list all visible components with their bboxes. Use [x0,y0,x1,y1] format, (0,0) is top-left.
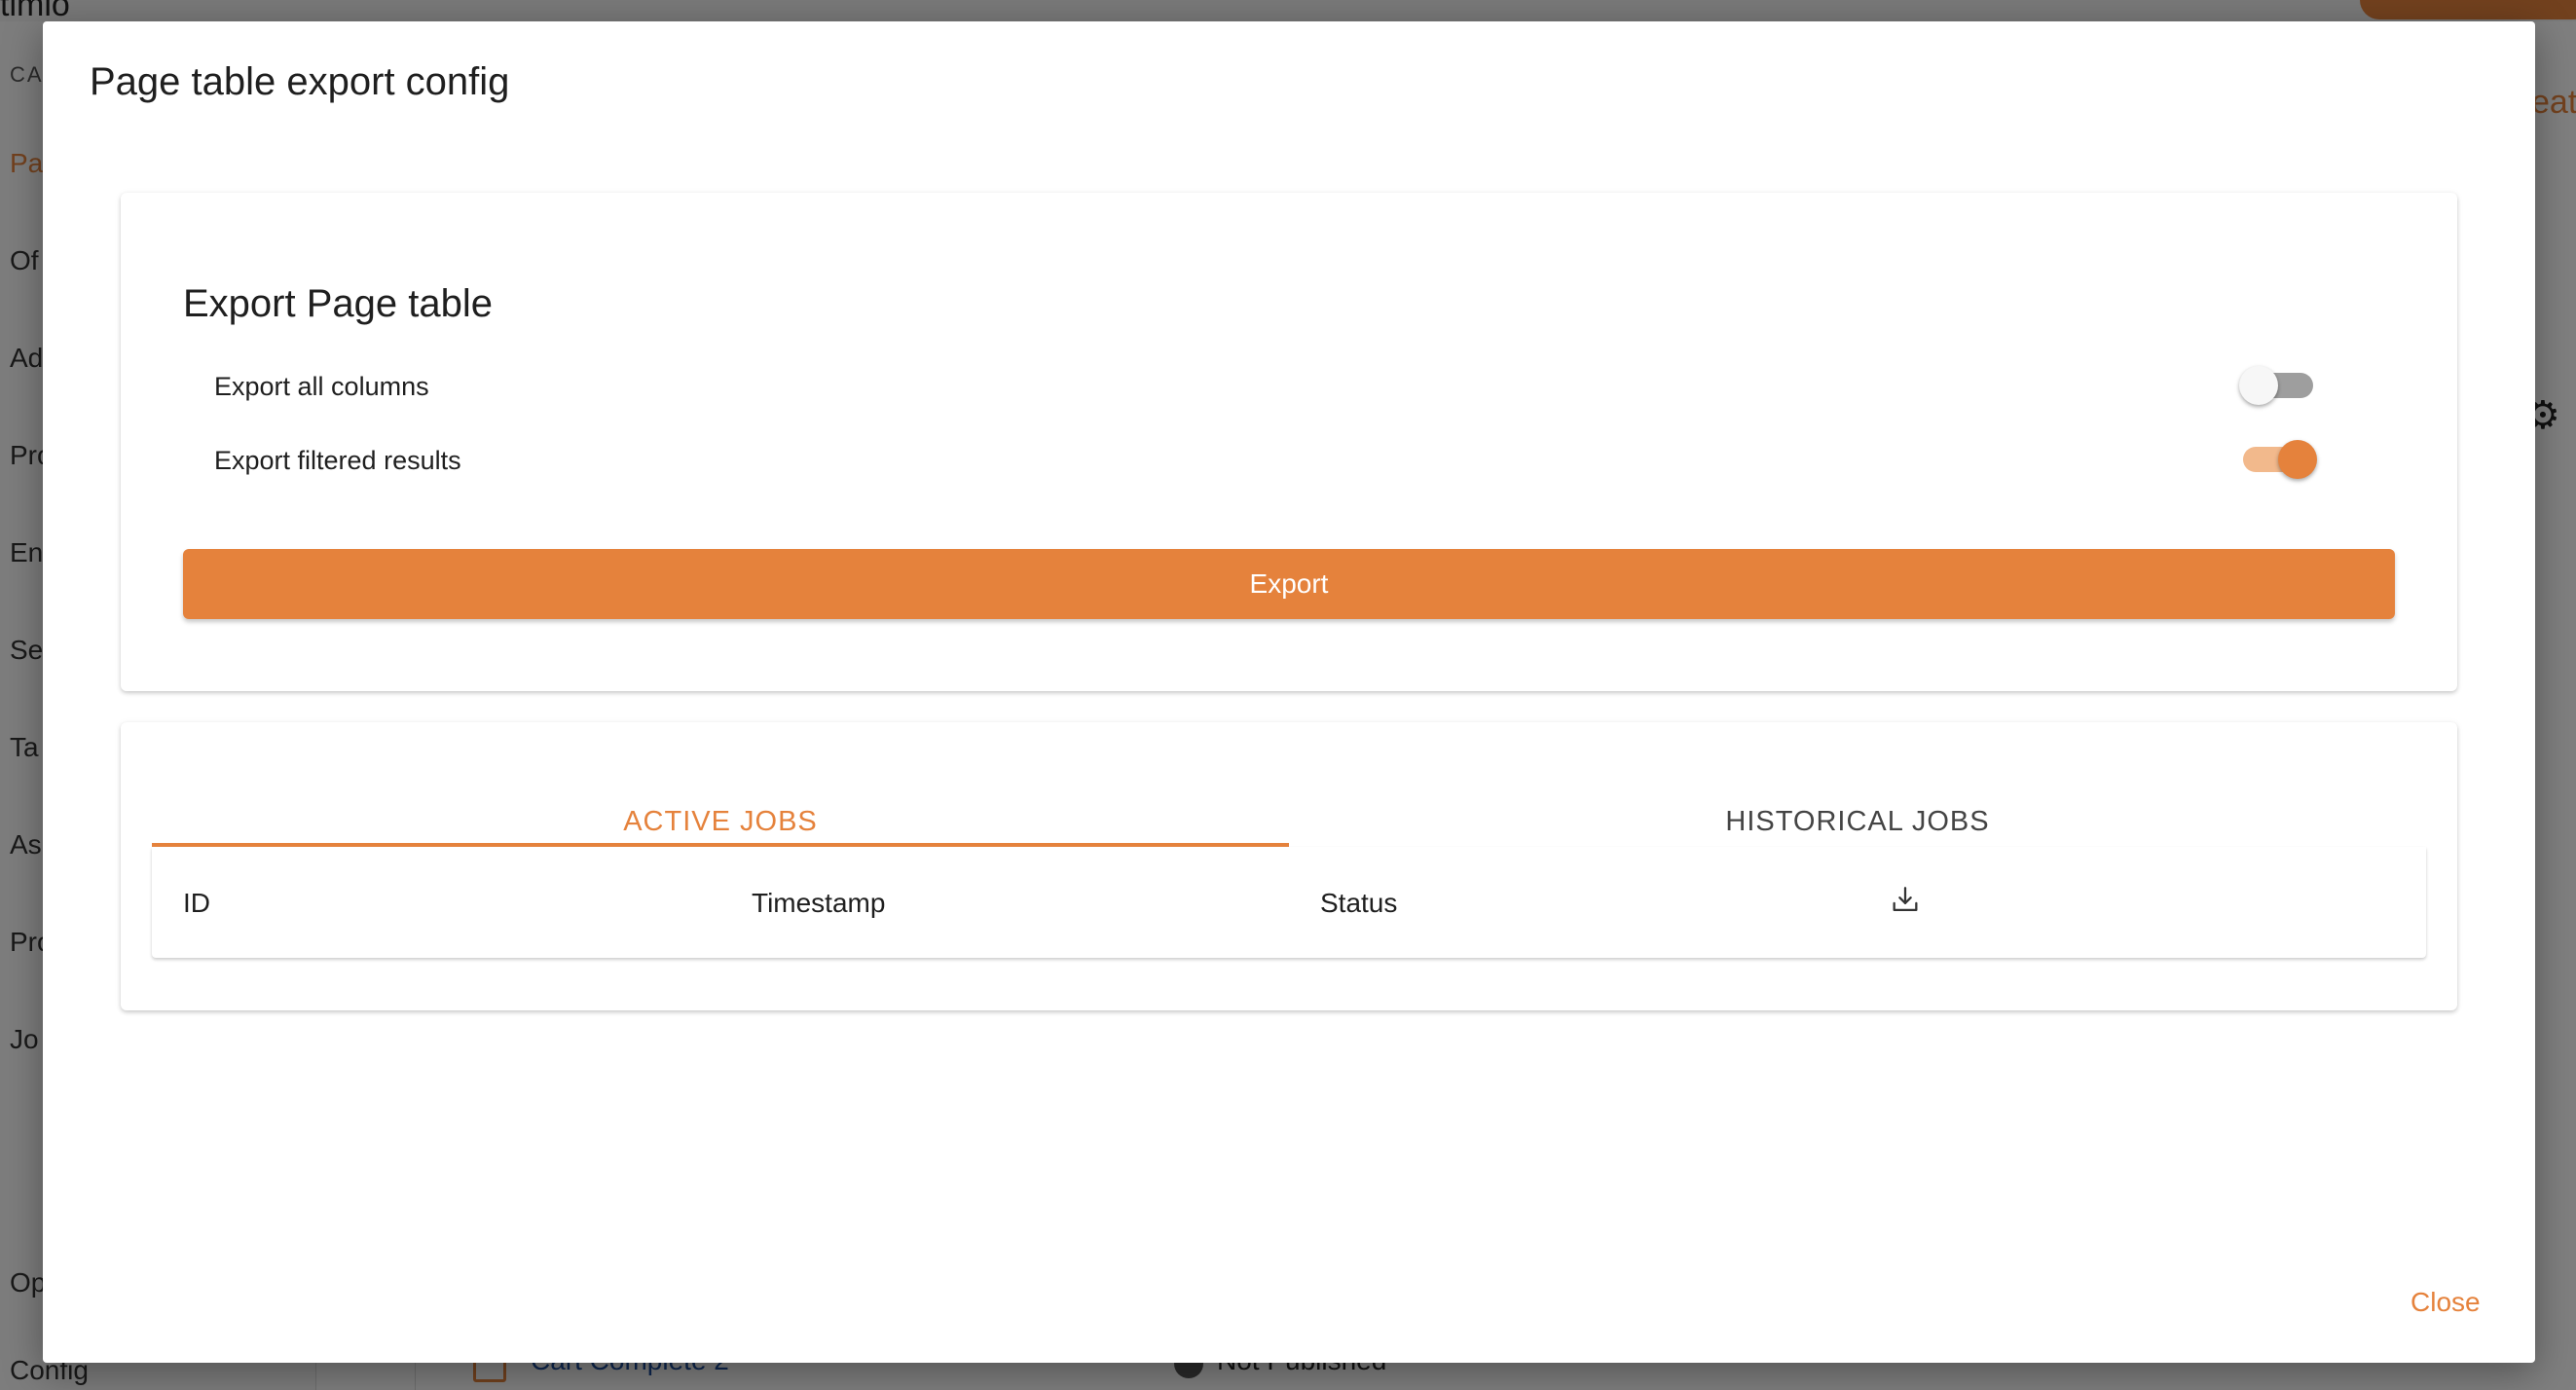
tab-historical-jobs[interactable]: HISTORICAL JOBS [1289,722,2426,847]
close-button[interactable]: Close [2410,1287,2481,1318]
jobs-card: ACTIVE JOBS HISTORICAL JOBS ID Timestamp… [121,722,2457,1010]
toggle-thumb [2239,366,2278,405]
download-icon [1889,884,1922,917]
export-all-columns-toggle[interactable] [2239,362,2321,409]
column-header-status: Status [1320,888,1398,918]
column-header-id: ID [183,888,210,918]
tab-active-jobs[interactable]: ACTIVE JOBS [152,722,1289,847]
toggle-thumb [2278,440,2317,479]
jobs-table-header: ID Timestamp Status [152,847,2426,958]
export-filtered-results-toggle[interactable] [2239,436,2321,483]
export-filtered-results-label: Export filtered results [214,446,461,475]
export-card: Export Page table Export all columns Exp… [121,193,2457,691]
export-all-columns-label: Export all columns [214,372,429,401]
column-header-timestamp: Timestamp [752,888,886,918]
dialog-title: Page table export config [90,60,510,103]
export-config-dialog: Page table export config Export Page tab… [43,21,2535,1363]
export-button[interactable]: Export [183,549,2395,619]
export-card-heading: Export Page table [183,282,493,325]
